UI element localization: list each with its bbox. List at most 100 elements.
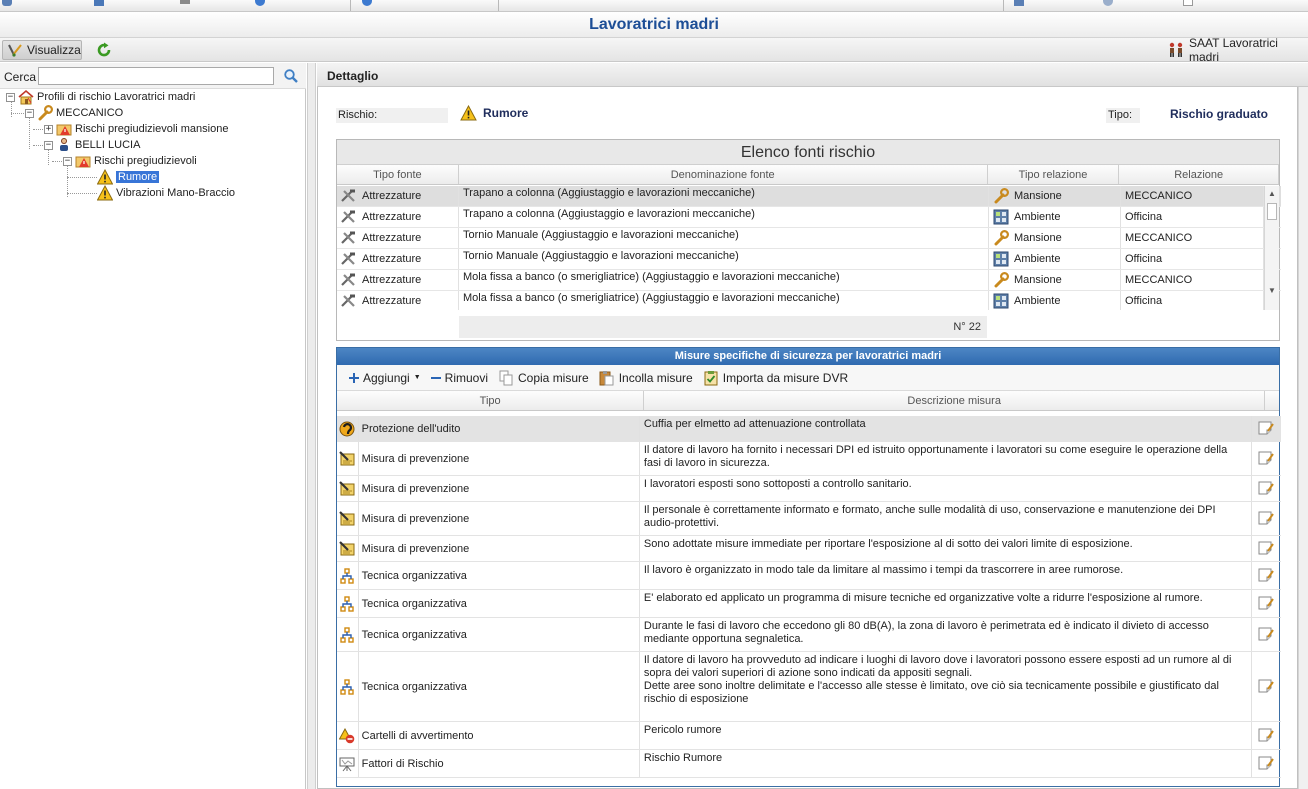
column-header[interactable]: Tipo fonte: [337, 165, 459, 184]
table-row[interactable]: Attrezzature Tornio Manuale (Aggiustaggio…: [337, 249, 1281, 270]
edit-measure-button[interactable]: [1252, 652, 1282, 721]
collapse-toggle[interactable]: −: [25, 108, 34, 118]
edit-measure-button[interactable]: [1252, 476, 1282, 501]
table-row[interactable]: Tecnica organizzativa E' elaborato ed app…: [337, 590, 1281, 618]
column-header[interactable]: Tipo relazione: [988, 165, 1120, 184]
paste-button[interactable]: Incolla misure: [599, 370, 693, 386]
toolbar-icon[interactable]: [255, 0, 265, 6]
cell-text: Attrezzature: [362, 232, 422, 244]
source-name-cell: Trapano a colonna (Aggiustaggio e lavora…: [459, 186, 989, 206]
add-button[interactable]: Aggiungi ▼: [349, 371, 421, 385]
edit-measure-button[interactable]: [1252, 722, 1282, 749]
top-toolbar-strip: [0, 0, 1308, 12]
column-header[interactable]: Denominazione fonte: [459, 165, 988, 184]
scroll-up-icon[interactable]: ▲: [1265, 186, 1279, 201]
toolbar-icon[interactable]: [1103, 0, 1113, 6]
table-row[interactable]: Misura di prevenzione Il datore di lavoro…: [337, 442, 1281, 476]
column-header[interactable]: Tipo: [337, 391, 645, 410]
measures-toolbar: Aggiungi ▼ Rimuovi Copia misure Incolla …: [337, 365, 1279, 391]
view-icon: [7, 42, 23, 58]
risk-sources-scrollbar[interactable]: ▲ ▼: [1264, 186, 1279, 310]
refresh-button[interactable]: [92, 40, 116, 60]
table-row[interactable]: Protezione dell'udito Cuffia per elmetto …: [337, 416, 1281, 442]
collapse-toggle[interactable]: −: [63, 156, 72, 166]
detail-scrollbar[interactable]: [1298, 87, 1308, 789]
view-button[interactable]: Visualizza: [2, 40, 82, 60]
measure-type-cell: Tecnica organizzativa: [359, 590, 640, 617]
app-button[interactable]: SAAT Lavoratrici madri: [1163, 36, 1308, 64]
tree-label: MECCANICO: [56, 107, 124, 119]
table-row[interactable]: Cartelli di avvertimento Pericolo rumore: [337, 722, 1281, 750]
table-row[interactable]: Tecnica organizzativa Il datore di lavoro…: [337, 652, 1281, 722]
tree-node-lavoratore[interactable]: − BELLI LUCIA: [44, 137, 140, 153]
edit-measure-button[interactable]: [1252, 502, 1282, 535]
edit-measure-button[interactable]: [1252, 590, 1282, 617]
table-row[interactable]: Attrezzature Trapano a colonna (Aggiustag…: [337, 207, 1281, 228]
cell-text: Ambiente: [1014, 211, 1061, 223]
toolbar-icon[interactable]: [362, 0, 372, 6]
collapse-toggle[interactable]: −: [6, 92, 15, 102]
wrench-icon: [993, 188, 1009, 204]
tree-node-rischi[interactable]: − Rischi pregiudizievoli: [63, 153, 197, 169]
measure-type-icon-cell: [337, 652, 359, 721]
edit-measure-button[interactable]: [1252, 562, 1282, 589]
tools-icon: [341, 294, 357, 308]
source-name-cell: Trapano a colonna (Aggiustaggio e lavora…: [459, 207, 989, 227]
search-icon[interactable]: [283, 68, 299, 84]
table-row[interactable]: Misura di prevenzione Sono adottate misur…: [337, 536, 1281, 562]
cell-text: Attrezzature: [362, 274, 422, 286]
toolbar-icon[interactable]: [1183, 0, 1193, 6]
edit-measure-button[interactable]: [1252, 750, 1282, 777]
measure-type-icon-cell: [337, 536, 359, 561]
table-row[interactable]: Attrezzature Tornio Manuale (Aggiustaggio…: [337, 228, 1281, 249]
tree-node-vibrazioni[interactable]: Vibrazioni Mano-Braccio: [97, 185, 235, 201]
scroll-thumb[interactable]: [1267, 203, 1277, 220]
warning-icon: [460, 105, 477, 121]
scroll-down-icon[interactable]: ▼: [1265, 283, 1279, 298]
copy-button[interactable]: Copia misure: [498, 370, 589, 386]
building-icon: [993, 293, 1009, 309]
edit-measure-button[interactable]: [1252, 416, 1282, 441]
measure-type-cell: Cartelli di avvertimento: [359, 722, 640, 749]
cell-text: Mansione: [1014, 190, 1062, 202]
column-header[interactable]: Descrizione misura: [644, 391, 1266, 410]
collapse-toggle[interactable]: −: [44, 140, 53, 150]
edit-note-icon: [1258, 679, 1275, 694]
edit-measure-button[interactable]: [1252, 618, 1282, 651]
remove-button[interactable]: Rimuovi: [430, 371, 488, 385]
table-row[interactable]: Tecnica organizzativa Il lavoro è organiz…: [337, 562, 1281, 590]
tree-node-rischi-mansione[interactable]: + Rischi pregiudizievoli mansione: [44, 121, 228, 137]
table-row[interactable]: Attrezzature Mola fissa a banco (o smerig…: [337, 270, 1281, 291]
tree-node-rumore[interactable]: Rumore: [97, 169, 160, 185]
table-row[interactable]: Attrezzature Trapano a colonna (Aggiustag…: [337, 186, 1281, 207]
table-row[interactable]: Tecnica organizzativa Durante le fasi di …: [337, 618, 1281, 652]
paste-button-label: Incolla misure: [618, 370, 693, 385]
column-header[interactable]: Relazione: [1119, 165, 1279, 184]
cell-text: Mansione: [1014, 232, 1062, 244]
toolbar-icon[interactable]: [1014, 0, 1024, 6]
expand-toggle[interactable]: +: [44, 124, 53, 134]
toolbar-icon[interactable]: [180, 0, 190, 4]
table-row[interactable]: Misura di prevenzione I lavoratori espost…: [337, 476, 1281, 502]
panel-splitter[interactable]: [307, 63, 316, 789]
toolbar-icon[interactable]: [2, 0, 12, 6]
cell-text: Attrezzature: [362, 295, 422, 307]
risk-folder-icon: [56, 121, 72, 137]
edit-measure-button[interactable]: [1252, 442, 1282, 475]
type-value: Rischio graduato: [1170, 107, 1269, 121]
table-row[interactable]: Misura di prevenzione Il personale è corr…: [337, 502, 1281, 536]
table-row[interactable]: Fattori di Rischio Rischio Rumore: [337, 750, 1281, 778]
edit-measure-button[interactable]: [1252, 536, 1282, 561]
measure-description-cell: Il datore di lavoro ha fornito i necessa…: [640, 442, 1252, 475]
tree-node-mansione[interactable]: − MECCANICO: [25, 105, 123, 121]
search-input[interactable]: [38, 67, 274, 85]
measure-description-cell: Il personale è correttamente informato e…: [640, 502, 1252, 535]
tree-node-root[interactable]: − Profili di rischio Lavoratrici madri: [6, 89, 195, 105]
source-name-cell: Tornio Manuale (Aggiustaggio e lavorazio…: [459, 228, 989, 248]
edit-note-icon: [1258, 596, 1275, 611]
toolbar-icon[interactable]: [94, 0, 104, 6]
import-button[interactable]: Importa da misure DVR: [703, 370, 848, 386]
table-row[interactable]: Attrezzature Mola fissa a banco (o smerig…: [337, 291, 1281, 310]
cell-text: Attrezzature: [362, 211, 422, 223]
relation-cell: MECCANICO: [1121, 186, 1264, 206]
